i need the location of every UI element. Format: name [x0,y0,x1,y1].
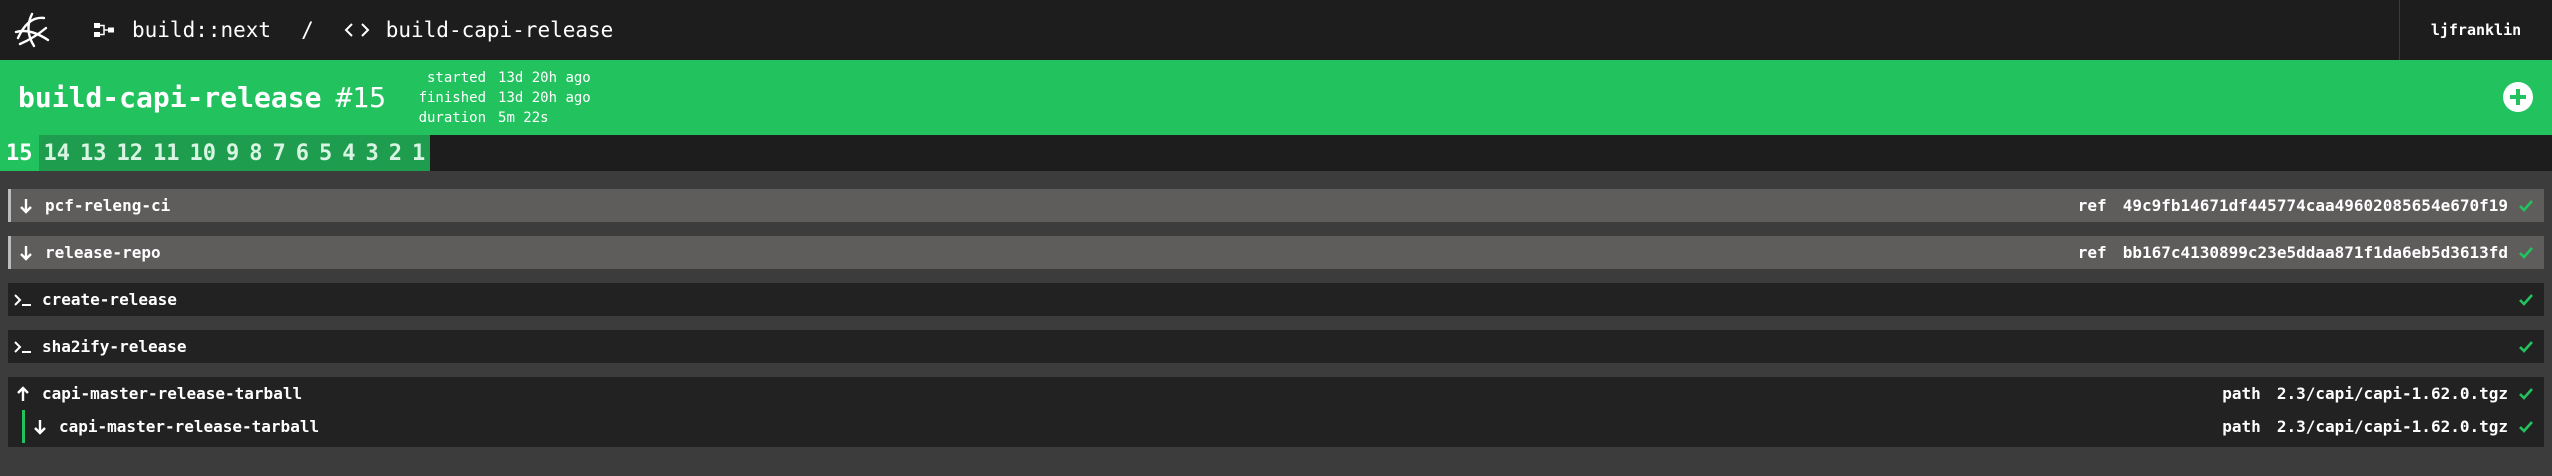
breadcrumb: build::next / build-capi-release [94,18,613,42]
step-metadata [2518,283,2534,316]
metadata-key: ref [2077,243,2107,262]
build-tab-4[interactable]: 4 [337,135,360,171]
arrow-down-icon [29,419,51,435]
metadata-value: bb167c4130899c23e5ddaa871f1da6eb5d3613fd [2122,243,2508,262]
step-name: create-release [42,290,177,309]
check-icon [2519,246,2533,259]
metadata-value: 2.3/capi/capi-1.62.0.tgz [2276,384,2508,403]
job-name[interactable]: build-capi-release [386,18,614,42]
step-name: sha2ify-release [42,337,187,356]
build-history-tabs: 15 14 13 12 11 10 9 8 7 6 5 4 3 2 1 [0,135,2552,171]
user-menu[interactable]: ljfranklin [2399,0,2552,60]
build-times: started 13d 20h ago finished 13d 20h ago… [416,68,591,128]
build-tab-14[interactable]: 14 [39,135,76,171]
build-header: build-capi-release #15 started 13d 20h a… [0,60,2552,135]
step-name: capi-master-release-tarball [59,417,320,436]
check-icon [2519,340,2533,353]
duration-row: duration 5m 22s [416,108,591,128]
arrow-up-icon [12,385,34,402]
metadata-value: 49c9fb14671df445774caa49602085654e670f19 [2122,196,2508,215]
duration-label: duration [418,109,487,126]
finished-label: finished [418,89,487,106]
check-icon [2519,199,2533,212]
step-metadata: path 2.3/capi/capi-1.62.0.tgz [2222,410,2534,443]
check-icon [2519,293,2533,306]
breadcrumb-pipeline[interactable]: build::next [94,18,271,42]
build-tab-13[interactable]: 13 [75,135,112,171]
step-task-create-release[interactable]: create-release [8,283,2544,316]
metadata-value: 2.3/capi/capi-1.62.0.tgz [2276,417,2508,436]
step-metadata: path 2.3/capi/capi-1.62.0.tgz [2222,377,2534,410]
build-tab-15[interactable]: 15 [0,135,39,171]
metadata-key: path [2222,417,2261,436]
breadcrumb-separator: / [301,18,314,42]
step-metadata [2518,330,2534,363]
step-name: capi-master-release-tarball [42,384,303,403]
check-icon [2519,387,2533,400]
step-name: pcf-releng-ci [45,196,171,215]
pipeline-icon [94,23,114,37]
arrow-down-icon [15,245,37,261]
started-value: 13d 20h ago [498,69,591,86]
step-get-pcf-releng-ci[interactable]: pcf-releng-ci ref 49c9fb14671df445774caa… [8,189,2544,222]
step-implicit-get-capi-master-release-tarball[interactable]: capi-master-release-tarball path 2.3/cap… [22,410,2544,443]
build-tab-2[interactable]: 2 [384,135,407,171]
build-tab-3[interactable]: 3 [361,135,384,171]
build-tab-9[interactable]: 9 [221,135,244,171]
build-tab-12[interactable]: 12 [112,135,149,171]
concourse-logo-icon[interactable] [10,8,54,52]
build-tab-5[interactable]: 5 [314,135,337,171]
build-steps: pcf-releng-ci ref 49c9fb14671df445774caa… [8,189,2544,461]
build-tab-strip: 15 14 13 12 11 10 9 8 7 6 5 4 3 2 1 [0,135,431,171]
step-get-release-repo[interactable]: release-repo ref bb167c4130899c23e5ddaa8… [8,236,2544,269]
step-metadata: ref 49c9fb14671df445774caa49602085654e67… [2078,189,2534,222]
terminal-icon [12,293,34,307]
job-code-icon [344,23,370,37]
build-tab-10[interactable]: 10 [185,135,222,171]
metadata-key: path [2222,384,2261,403]
build-tab-11[interactable]: 11 [148,135,185,171]
finished-row: finished 13d 20h ago [416,88,591,108]
terminal-icon [12,340,34,354]
build-tab-6[interactable]: 6 [291,135,314,171]
started-label: started [427,69,487,86]
step-task-sha2ify-release[interactable]: sha2ify-release [8,330,2544,363]
arrow-down-icon [15,198,37,214]
user-name[interactable]: ljfranklin [2431,21,2521,39]
put-step-group: capi-master-release-tarball path 2.3/cap… [8,377,2544,447]
duration-value: 5m 22s [498,109,549,126]
finished-value: 13d 20h ago [498,89,591,106]
build-tab-8[interactable]: 8 [244,135,267,171]
top-nav: build::next / build-capi-release ljfrank… [0,0,2552,60]
breadcrumb-job[interactable]: build-capi-release [344,18,614,42]
step-metadata: ref bb167c4130899c23e5ddaa871f1da6eb5d36… [2078,236,2534,269]
build-tab-1[interactable]: 1 [407,135,430,171]
pipeline-name[interactable]: build::next [132,18,271,42]
build-number: #15 [335,81,387,114]
check-icon [2519,420,2533,433]
started-row: started 13d 20h ago [416,68,591,88]
build-tab-7[interactable]: 7 [268,135,291,171]
step-put-capi-master-release-tarball[interactable]: capi-master-release-tarball path 2.3/cap… [8,377,2544,410]
step-name: release-repo [45,243,161,262]
build-job-name: build-capi-release [18,81,322,114]
metadata-key: ref [2077,196,2107,215]
trigger-build-button[interactable] [2502,81,2534,113]
